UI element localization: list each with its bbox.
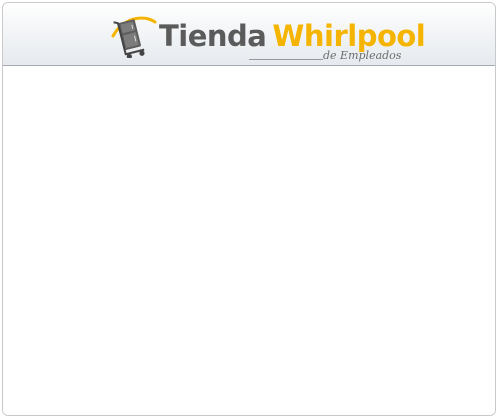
- appliance-cart-icon: [111, 16, 157, 58]
- logo-divider-line: [249, 59, 323, 60]
- header-bar: Tienda Whirlpool de Empleados: [3, 3, 495, 66]
- brand-tagline: de Empleados: [323, 49, 402, 62]
- tienda-whirlpool-logo[interactable]: Tienda Whirlpool de Empleados: [109, 14, 426, 64]
- page-frame: Tienda Whirlpool de Empleados: [2, 2, 496, 416]
- brand-name: Tienda Whirlpool: [159, 19, 426, 53]
- content-area: [3, 66, 495, 415]
- brand-word-tienda: Tienda: [159, 19, 267, 53]
- brand-word-whirlpool: Whirlpool: [272, 19, 426, 53]
